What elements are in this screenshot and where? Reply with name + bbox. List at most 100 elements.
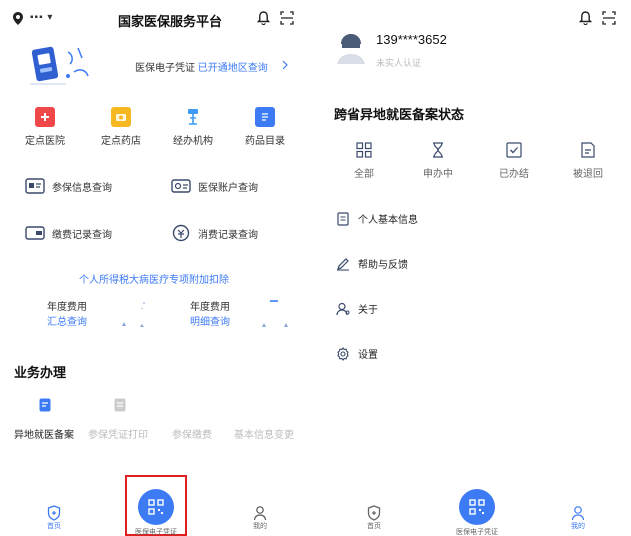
filing-status-title: 跨省异地就医备案状态 (334, 107, 465, 122)
settings-icon (336, 346, 350, 361)
qr-code-icon (459, 489, 495, 525)
home-shield-icon (36, 505, 72, 521)
region-selector[interactable]: ▪▪▪ ▾ (30, 12, 53, 23)
query-label: 消费记录查询 (198, 229, 258, 241)
status-label: 申办中 (423, 169, 453, 180)
hospital-icon (35, 107, 55, 127)
qr-code-icon (138, 489, 174, 525)
banner-illustration (28, 42, 98, 88)
business-item-info-change[interactable]: 基本信息变更 (234, 426, 294, 441)
about-icon (336, 302, 350, 316)
menu-settings[interactable]: 设置 (336, 346, 378, 361)
detail-chart-icon (258, 298, 292, 335)
home-shield-icon (356, 505, 392, 521)
menu-about[interactable]: 关于 (336, 301, 378, 316)
tab-home[interactable]: 首页 (36, 505, 72, 531)
tab-mine[interactable]: 我的 (242, 505, 278, 531)
query-account[interactable]: 医保账户查询 (170, 177, 258, 195)
tab-label: 我的 (571, 523, 585, 530)
consumption-record-icon (170, 224, 192, 242)
voucher-print-icon (113, 397, 127, 413)
home-screen: ▪▪▪ ▾ 国家医保服务平台 医保电子凭证 已开通地区查询 定点医院 定点药店 … (0, 0, 308, 536)
tab-label: 医保电子凭证 (135, 529, 177, 536)
personal-info-icon (336, 211, 350, 226)
status-all[interactable]: 全部 (336, 141, 392, 180)
tab-e-voucher[interactable]: 医保电子凭证 (127, 489, 185, 536)
e-voucher-banner[interactable]: 医保电子凭证 已开通地区查询 (135, 59, 268, 74)
user-icon (560, 505, 596, 521)
bell-icon[interactable] (256, 11, 270, 25)
returned-icon (579, 141, 597, 159)
tab-home[interactable]: 首页 (356, 505, 392, 531)
location-pin-icon[interactable] (12, 11, 24, 25)
menu-label: 设置 (358, 350, 378, 361)
query-label: 缴费记录查询 (52, 229, 112, 241)
grid-icon (355, 141, 373, 159)
menu-label: 帮助与反馈 (358, 260, 408, 271)
service-label: 定点医院 (25, 136, 65, 147)
stat-line2: 明细查询 (190, 317, 230, 328)
insured-info-icon (24, 177, 46, 195)
stat-line1: 年度费用 (190, 302, 230, 313)
tab-mine[interactable]: 我的 (560, 505, 596, 531)
drug-catalog-icon (255, 107, 275, 127)
cross-region-filing-icon (38, 397, 52, 413)
help-feedback-icon (336, 257, 350, 271)
supported-regions-link[interactable]: 已开通地区查询 (198, 63, 268, 74)
tab-label: 首页 (47, 523, 61, 530)
phone-number: 139****3652 (376, 32, 447, 47)
annual-detail-query[interactable]: 年度费用 明细查询 (190, 300, 230, 330)
pharmacy-icon (111, 107, 131, 127)
stat-line2: 汇总查询 (47, 317, 87, 328)
avatar[interactable] (336, 30, 366, 71)
menu-label: 个人基本信息 (358, 215, 418, 226)
status-label: 被退回 (573, 169, 603, 180)
payment-record-icon (24, 224, 46, 242)
business-item-payment[interactable]: 参保缴费 (172, 426, 212, 441)
service-pharmacy[interactable]: 定点药店 (90, 107, 152, 147)
service-label: 经办机构 (173, 136, 213, 147)
mine-screen: 139****3652 未实人认证 跨省异地就医备案状态 全部 申办中 已办结 … (322, 0, 631, 536)
scan-icon[interactable] (602, 11, 616, 25)
status-label: 已办结 (499, 169, 529, 180)
query-payment-record[interactable]: 缴费记录查询 (24, 224, 112, 242)
tab-e-voucher[interactable]: 医保电子凭证 (448, 489, 506, 536)
business-item-voucher-print[interactable]: 参保凭证打印 (88, 426, 148, 441)
scan-icon[interactable] (280, 11, 294, 25)
chevron-right-icon[interactable] (281, 59, 289, 71)
service-hospital[interactable]: 定点医院 (14, 107, 76, 147)
query-label: 参保信息查询 (52, 182, 112, 194)
business-section-title: 业务办理 (14, 365, 67, 380)
tab-label: 首页 (367, 523, 381, 530)
check-box-icon (505, 141, 523, 159)
tax-deduction-link[interactable]: 个人所得税大病医疗专项附加扣除 (0, 271, 308, 286)
status-returned[interactable]: 被退回 (560, 141, 616, 180)
stat-line1: 年度费用 (47, 302, 87, 313)
service-label: 药品目录 (245, 136, 285, 147)
status-processing[interactable]: 申办中 (410, 141, 466, 180)
annual-summary-query[interactable]: 年度费用 汇总查询 (47, 300, 87, 330)
summary-chart-icon (118, 300, 148, 335)
tab-label: 医保电子凭证 (456, 529, 498, 536)
account-icon (170, 177, 192, 195)
verify-status[interactable]: 未实人认证 (376, 56, 421, 69)
page-title: 国家医保服务平台 (117, 14, 222, 29)
hourglass-icon (429, 141, 447, 159)
menu-label: 关于 (358, 305, 378, 316)
bell-icon[interactable] (578, 11, 592, 25)
service-agency[interactable]: 经办机构 (162, 107, 224, 147)
service-drug-catalog[interactable]: 药品目录 (234, 107, 296, 147)
menu-help-feedback[interactable]: 帮助与反馈 (336, 256, 408, 271)
business-item-filing[interactable]: 异地就医备案 (14, 426, 74, 441)
status-label: 全部 (354, 169, 374, 180)
query-label: 医保账户查询 (198, 182, 258, 194)
agency-icon (183, 107, 203, 127)
menu-personal-info[interactable]: 个人基本信息 (336, 211, 418, 226)
tab-label: 我的 (253, 523, 267, 530)
query-insured-info[interactable]: 参保信息查询 (24, 177, 112, 195)
service-label: 定点药店 (101, 136, 141, 147)
banner-label: 医保电子凭证 (135, 63, 195, 74)
query-consumption-record[interactable]: 消费记录查询 (170, 224, 258, 242)
status-completed[interactable]: 已办结 (486, 141, 542, 180)
user-icon (242, 505, 278, 521)
